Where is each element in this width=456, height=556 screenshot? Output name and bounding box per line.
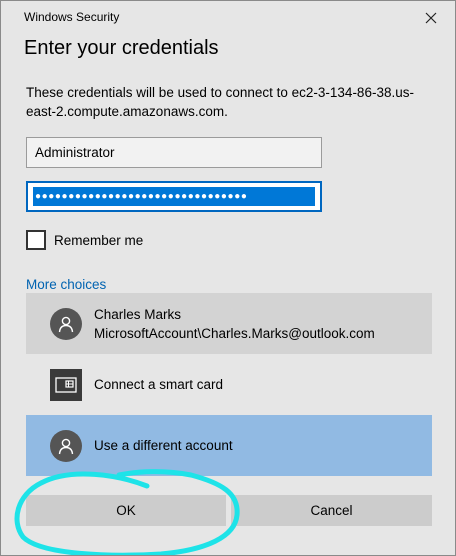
user-avatar-icon (50, 307, 82, 340)
account-option-charles-marks[interactable]: Charles Marks MicrosoftAccount\Charles.M… (26, 293, 432, 354)
account-name: Charles Marks (94, 307, 182, 322)
account-detail: MicrosoftAccount\Charles.Marks@outlook.c… (94, 326, 375, 341)
title-bar: Windows Security (1, 1, 455, 33)
description-text: These credentials will be used to connec… (26, 85, 414, 119)
account-option-different-account[interactable]: Use a different account (26, 415, 432, 476)
smart-card-icon (50, 368, 82, 401)
password-field[interactable]: ●●●●●●●●●●●●●●●●●●●●●●●●●●●●●●●● (26, 181, 322, 212)
username-field[interactable] (26, 137, 322, 168)
checkbox-box[interactable] (26, 230, 46, 250)
different-account-label: Use a different account (94, 438, 233, 453)
smart-card-label: Connect a smart card (94, 377, 224, 392)
user-avatar-icon (50, 429, 82, 462)
cancel-button[interactable]: Cancel (231, 495, 432, 526)
close-icon (425, 12, 437, 24)
window-title: Windows Security (24, 10, 120, 24)
close-button[interactable] (415, 5, 447, 31)
password-masked-selection: ●●●●●●●●●●●●●●●●●●●●●●●●●●●●●●●● (33, 187, 315, 206)
account-option-text: Charles Marks MicrosoftAccount\Charles.M… (94, 305, 375, 343)
ok-button[interactable]: OK (26, 495, 226, 526)
more-choices-link[interactable]: More choices (26, 277, 106, 292)
credentials-dialog: Windows Security Enter your credentials … (0, 0, 456, 556)
dialog-heading: Enter your credentials (24, 37, 219, 59)
account-option-smart-card[interactable]: Connect a smart card (26, 354, 432, 415)
remember-me-checkbox[interactable]: Remember me (26, 229, 143, 251)
remember-me-label: Remember me (54, 232, 144, 248)
